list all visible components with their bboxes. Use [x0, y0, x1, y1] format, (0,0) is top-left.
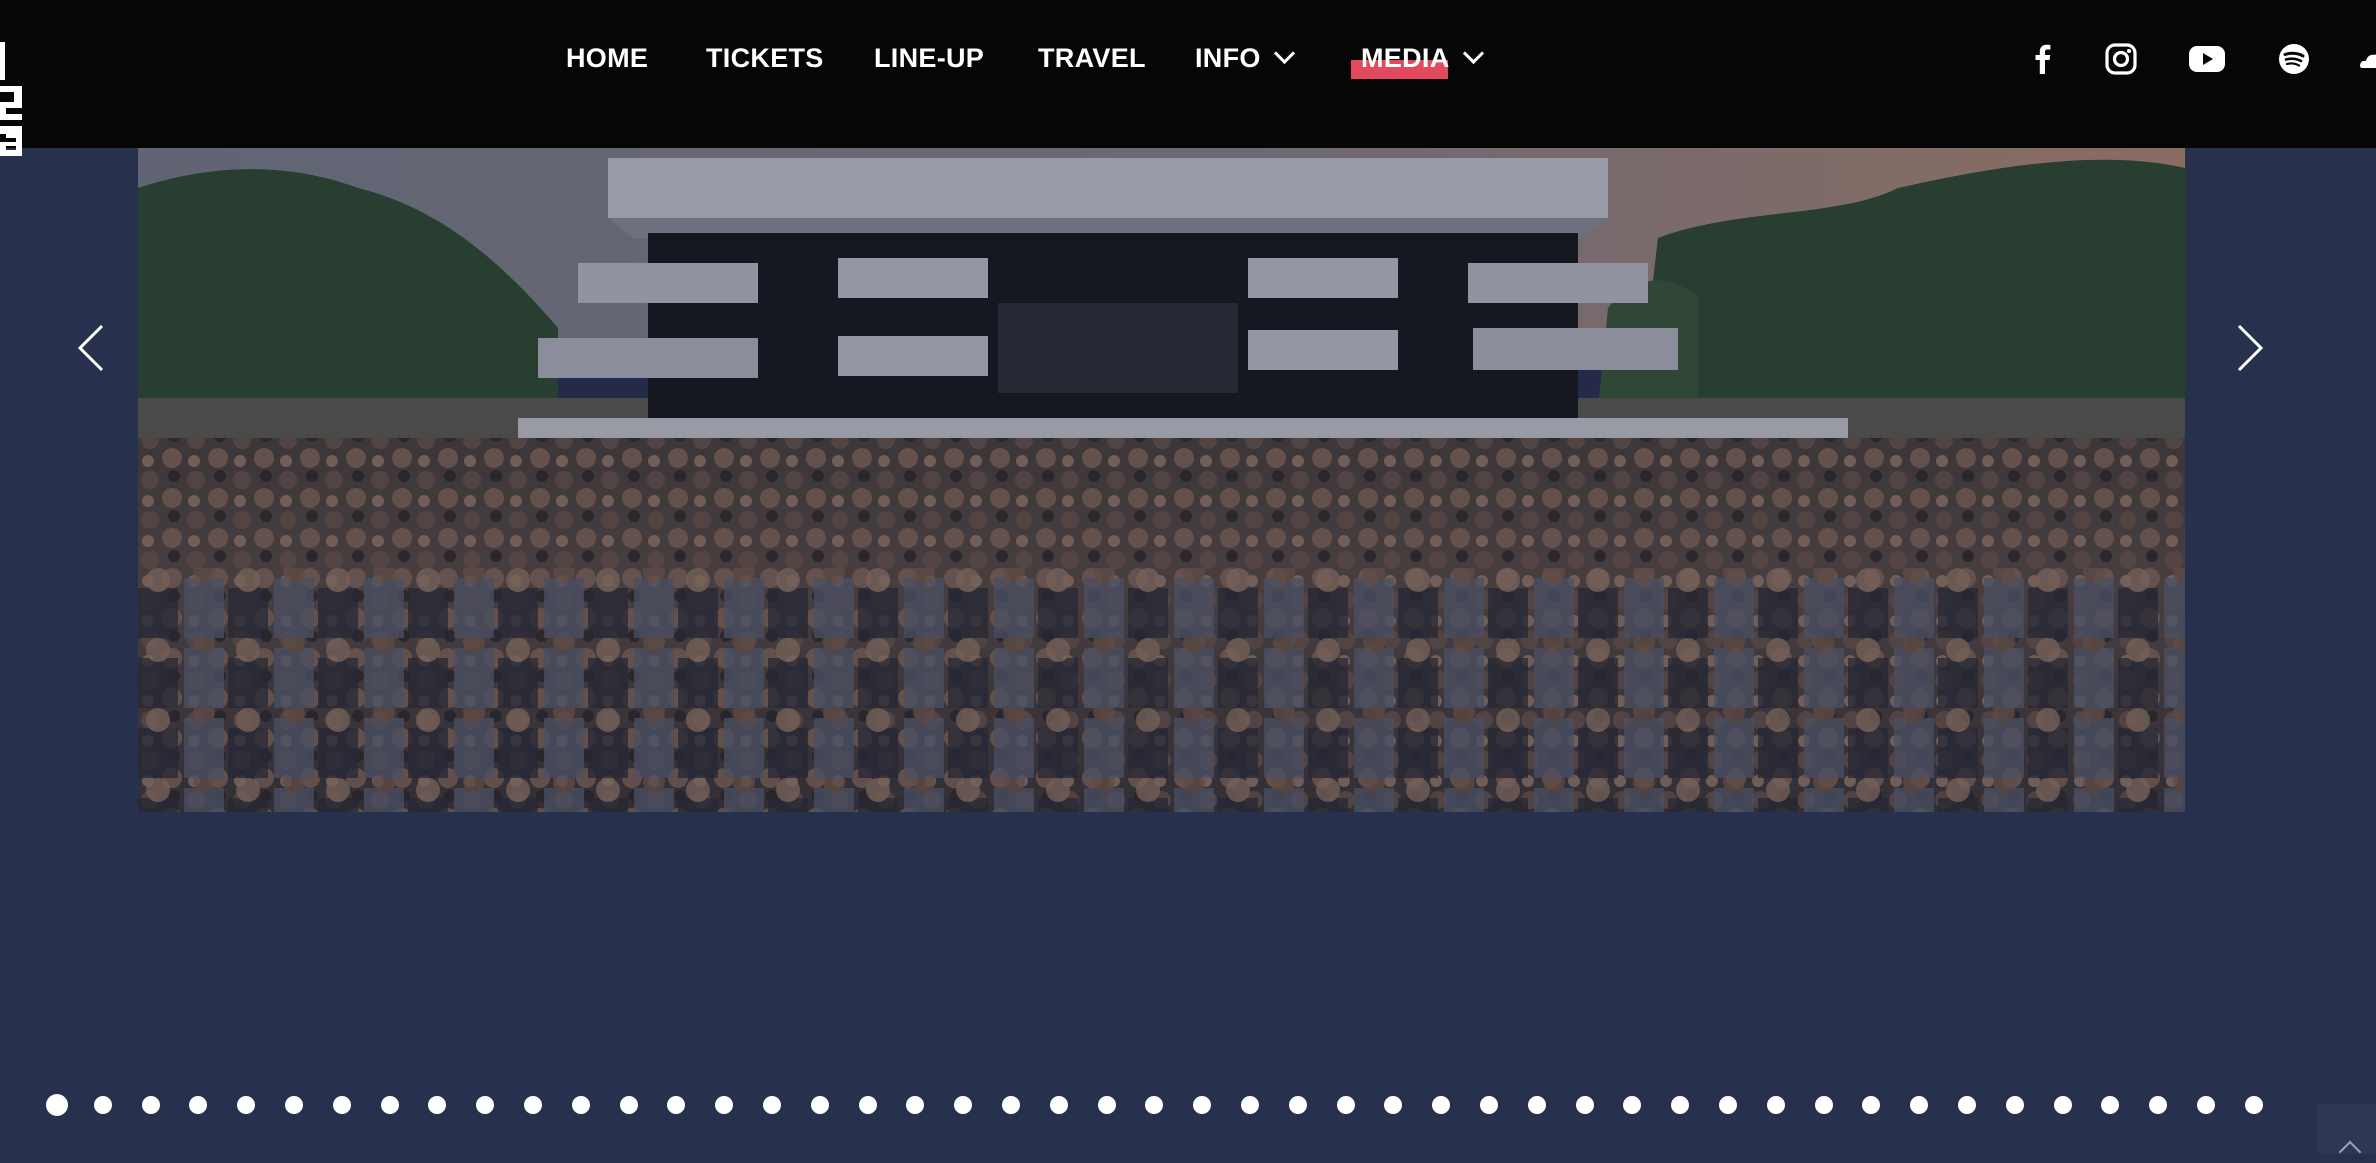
slider-dot[interactable]	[46, 1094, 68, 1116]
hero-image-festival-crowd	[138, 148, 2185, 812]
slider-dot[interactable]	[1289, 1096, 1307, 1114]
slider-dot[interactable]	[1767, 1096, 1785, 1114]
slider-dot[interactable]	[2101, 1096, 2119, 1114]
nav-item-info[interactable]: INFO	[1195, 38, 1295, 78]
instagram-icon[interactable]	[2100, 38, 2142, 80]
slider-dot[interactable]	[1384, 1096, 1402, 1114]
nav-label: INFO	[1195, 43, 1261, 73]
nav-label: LINE-UP	[874, 43, 985, 73]
slider-dot[interactable]	[1862, 1096, 1880, 1114]
nav-label: TRAVEL	[1038, 43, 1146, 73]
slider-dot[interactable]	[2245, 1096, 2263, 1114]
slider-dot[interactable]	[1002, 1096, 1020, 1114]
slider-dot[interactable]	[428, 1096, 446, 1114]
spotify-icon[interactable]	[2273, 38, 2315, 80]
slider-dot[interactable]	[189, 1096, 207, 1114]
scroll-to-top-button[interactable]	[2318, 1104, 2376, 1163]
youtube-icon[interactable]	[2186, 38, 2228, 80]
nav-label: MEDIA	[1361, 43, 1450, 73]
nav-item-media[interactable]: MEDIA	[1351, 38, 1484, 79]
slider-dot[interactable]	[2054, 1096, 2072, 1114]
slider-dot[interactable]	[620, 1096, 638, 1114]
slider-dot[interactable]	[1623, 1096, 1641, 1114]
slider-dot[interactable]	[1193, 1096, 1211, 1114]
slider-dot[interactable]	[1145, 1096, 1163, 1114]
slider-dot[interactable]	[906, 1096, 924, 1114]
slider-dot[interactable]	[476, 1096, 494, 1114]
slider-dot[interactable]	[2006, 1096, 2024, 1114]
slider-dot[interactable]	[285, 1096, 303, 1114]
slider-dot[interactable]	[859, 1096, 877, 1114]
chevron-up-icon	[2338, 1140, 2362, 1163]
slider-dot[interactable]	[2149, 1096, 2167, 1114]
slider-dot[interactable]	[1241, 1096, 1259, 1114]
slider-dot[interactable]	[1528, 1096, 1546, 1114]
slider-dot[interactable]	[954, 1096, 972, 1114]
slider-prev-button[interactable]	[66, 318, 116, 378]
slider-dot[interactable]	[142, 1096, 160, 1114]
slider-dot[interactable]	[1480, 1096, 1498, 1114]
chevron-left-icon	[77, 324, 104, 372]
chevron-right-icon	[2237, 324, 2264, 372]
slider-dot[interactable]	[94, 1096, 112, 1114]
facebook-icon[interactable]	[2022, 38, 2064, 80]
top-navigation-bar	[0, 0, 2376, 148]
slider-dot[interactable]	[1576, 1096, 1594, 1114]
slider-dot[interactable]	[237, 1096, 255, 1114]
slider-dot[interactable]	[763, 1096, 781, 1114]
slider-dot[interactable]	[333, 1096, 351, 1114]
slider-next-button[interactable]	[2225, 318, 2275, 378]
soundcloud-icon[interactable]	[2356, 38, 2376, 80]
slider-dot[interactable]	[1050, 1096, 1068, 1114]
slider-dot[interactable]	[1719, 1096, 1737, 1114]
slider-dot[interactable]	[1671, 1096, 1689, 1114]
slider-dot[interactable]	[1958, 1096, 1976, 1114]
slider-dot[interactable]	[1910, 1096, 1928, 1114]
slider-dot[interactable]	[381, 1096, 399, 1114]
slider-dot[interactable]	[1815, 1096, 1833, 1114]
slider-dot[interactable]	[572, 1096, 590, 1114]
nav-item-line-up[interactable]: LINE-UP	[874, 38, 984, 78]
slider-dot[interactable]	[1098, 1096, 1116, 1114]
chevron-down-icon	[1273, 42, 1295, 65]
slider-dot[interactable]	[524, 1096, 542, 1114]
slider-pagination	[46, 1093, 2286, 1116]
slider-dot[interactable]	[715, 1096, 733, 1114]
nav-item-tickets[interactable]: TICKETS	[706, 38, 824, 78]
slider-dot[interactable]	[1337, 1096, 1355, 1114]
nav-label: TICKETS	[706, 43, 824, 73]
slider-dot[interactable]	[2197, 1096, 2215, 1114]
slider-dot[interactable]	[667, 1096, 685, 1114]
nav-item-travel[interactable]: TRAVEL	[1038, 38, 1146, 78]
slider-dot[interactable]	[811, 1096, 829, 1114]
chevron-down-icon	[1462, 42, 1484, 65]
slider-dot[interactable]	[1432, 1096, 1450, 1114]
nav-item-home[interactable]: HOME	[566, 38, 648, 78]
festival-logo[interactable]	[0, 38, 34, 162]
nav-label: HOME	[566, 43, 649, 73]
